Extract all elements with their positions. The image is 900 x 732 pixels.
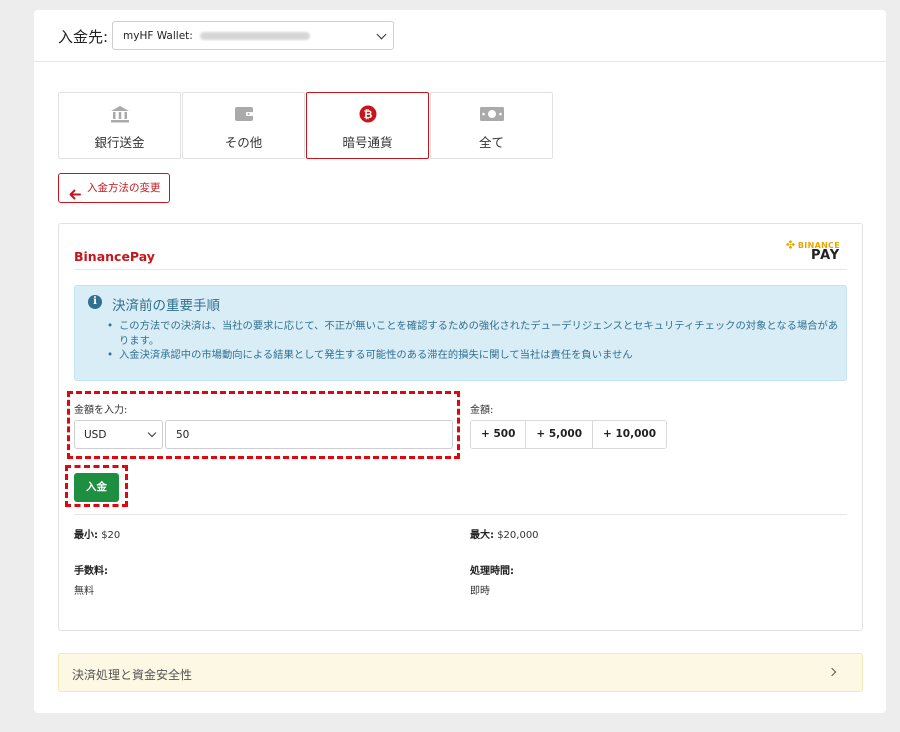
info-icon: i	[88, 295, 102, 309]
divider	[74, 514, 847, 515]
accordion-title: 決済処理と資金安全性	[72, 668, 193, 682]
processing-time: 処理時間: 即時	[470, 562, 514, 597]
fee-label: 手数料:	[74, 566, 108, 577]
fee-value: 無料	[74, 586, 94, 597]
min-value: $20	[101, 530, 121, 541]
quick-amount-10000-button[interactable]: + 10,000	[593, 421, 667, 448]
binancepay-logo: BINANCE PAY	[776, 240, 840, 263]
divider	[74, 269, 847, 270]
amount-label: 金額を入力:	[74, 405, 128, 416]
tab-label: その他	[224, 135, 263, 150]
quick-amount-group: + 500 + 5,000 + 10,000	[470, 420, 668, 449]
deposit-card: 入金先: myHF Wallet: 銀行送金 その他 ₿ 暗号通貨 全て 入金方…	[34, 10, 886, 713]
method-title: BinancePay	[74, 249, 155, 264]
wallet-select-value: myHF Wallet:	[123, 30, 193, 42]
chevron-down-icon	[376, 29, 387, 40]
max-label: 最大:	[470, 530, 494, 541]
wallet-select[interactable]: myHF Wallet:	[112, 21, 394, 50]
time-label: 処理時間:	[470, 566, 514, 577]
chevron-right-icon	[827, 667, 837, 677]
svg-text:₿: ₿	[363, 108, 372, 121]
min-label: 最小:	[74, 530, 98, 541]
logo-bottom: PAY	[811, 248, 840, 263]
notice-item: この方法での決済は、当社の要求に応じて、不正が無いことを確認するための強化された…	[105, 319, 840, 348]
important-notice: i 決済前の重要手順 この方法での決済は、当社の要求に応じて、不正が無いことを確…	[74, 285, 847, 381]
binance-diamond-icon	[785, 240, 795, 249]
wallet-account-redacted	[200, 32, 311, 40]
destination-row: 入金先: myHF Wallet:	[34, 10, 886, 62]
min-amount: 最小: $20	[74, 526, 120, 541]
change-method-button[interactable]: 入金方法の変更	[58, 173, 170, 203]
deposit-button[interactable]: 入金	[74, 473, 119, 502]
bank-icon	[110, 105, 130, 127]
quick-amount-500-button[interactable]: + 500	[471, 421, 527, 448]
tab-crypto[interactable]: ₿ 暗号通貨	[306, 92, 429, 159]
tab-other[interactable]: その他	[182, 92, 305, 159]
fee-info: 手数料: 無料	[74, 562, 108, 597]
notice-list: この方法での決済は、当社の要求に応じて、不正が無いことを確認するための強化された…	[105, 319, 840, 363]
arrow-left-icon	[69, 183, 81, 211]
quick-amount-label: 金額:	[470, 405, 494, 416]
tab-label: 銀行送金	[94, 135, 145, 150]
time-value: 即時	[470, 586, 490, 597]
max-amount: 最大: $20,000	[470, 526, 539, 541]
tab-label: 暗号通貨	[342, 135, 393, 150]
bitcoin-icon: ₿	[358, 105, 378, 127]
notice-title: 決済前の重要手順	[112, 298, 220, 314]
max-value: $20,000	[497, 530, 539, 541]
quick-amount-5000-button[interactable]: + 5,000	[526, 421, 594, 448]
tab-all[interactable]: 全て	[430, 92, 553, 159]
amount-input[interactable]: 50	[165, 420, 453, 449]
tab-label: 全て	[478, 135, 504, 150]
notice-item: 入金決済承認中の市場動向による結果として発生する可能性のある滞在的損失に関して当…	[105, 348, 840, 363]
amount-value: 50	[176, 429, 190, 441]
currency-value: USD	[84, 429, 107, 441]
destination-label: 入金先:	[58, 28, 109, 46]
tab-bank-transfer[interactable]: 銀行送金	[58, 92, 181, 159]
currency-select[interactable]: USD	[74, 420, 163, 449]
chevron-down-icon	[147, 428, 157, 438]
payment-safety-accordion[interactable]: 決済処理と資金安全性	[58, 653, 863, 692]
binancepay-panel: BinancePay BINANCE PAY i 決済前の重要手順 この方法での…	[58, 223, 863, 631]
cash-icon	[479, 105, 505, 127]
wallet-icon	[234, 105, 254, 127]
change-method-label: 入金方法の変更	[87, 182, 161, 194]
